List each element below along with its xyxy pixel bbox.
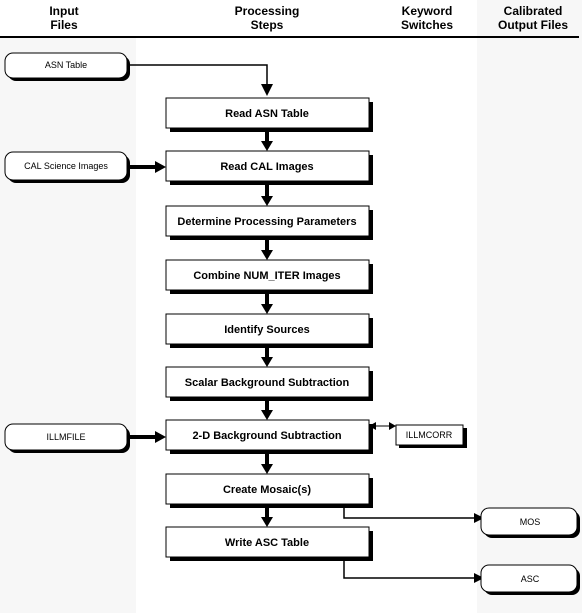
arrow-mos-output (343, 508, 476, 519)
processing-steps: Read ASN Table Read CAL Images Determine P… (165, 97, 373, 561)
arrowhead (261, 517, 273, 527)
header-input-2: Files (50, 18, 78, 32)
arrowhead (261, 141, 273, 151)
arrowhead (261, 84, 273, 96)
arrowhead (261, 196, 273, 206)
process-step-label: Write ASC Table (225, 537, 309, 549)
header-switches-2: Switches (401, 18, 453, 32)
header-steps-2: Steps (251, 18, 284, 32)
arrowhead (261, 410, 273, 420)
arrow-asc-output (343, 561, 476, 579)
arrowhead (155, 161, 166, 173)
arrow-asn-input (128, 64, 268, 92)
input-column-shade (0, 38, 136, 613)
process-step-label: Read CAL Images (220, 161, 313, 173)
process-step-label: 2-D Background Subtraction (192, 430, 341, 442)
header-outputs-2: Output Files (498, 18, 568, 32)
process-step-label: Read ASN Table (225, 108, 309, 120)
process-step-label: Combine NUM_ITER Images (193, 270, 340, 282)
input-cal-science-images-label: CAL Science Images (24, 161, 108, 171)
output-mos-label: MOS (520, 517, 541, 527)
process-step-label: Identify Sources (224, 324, 310, 336)
arrowhead (155, 431, 166, 443)
input-asn-table-label: ASN Table (45, 60, 87, 70)
process-step-label: Determine Processing Parameters (177, 216, 356, 228)
header-outputs-1: Calibrated (504, 4, 563, 18)
switch-illmcorr-label: ILLMCORR (406, 430, 453, 440)
process-step-label: Scalar Background Subtraction (185, 377, 350, 389)
input-illmfile-label: ILLMFILE (46, 432, 85, 442)
pipeline-diagram: Input Files Processing Steps Keyword Swi… (0, 0, 582, 613)
header-switches-1: Keyword (402, 4, 453, 18)
arrowhead (261, 464, 273, 474)
output-asc-label: ASC (521, 574, 540, 584)
arrowhead (261, 250, 273, 260)
header-steps-1: Processing (235, 4, 300, 18)
header-input-1: Input (49, 4, 78, 18)
keyword-switches: ILLMCORR (395, 424, 467, 448)
arrowhead (261, 357, 273, 367)
arrowhead (389, 422, 396, 430)
arrowhead (261, 304, 273, 314)
process-step-label: Create Mosaic(s) (223, 484, 311, 496)
